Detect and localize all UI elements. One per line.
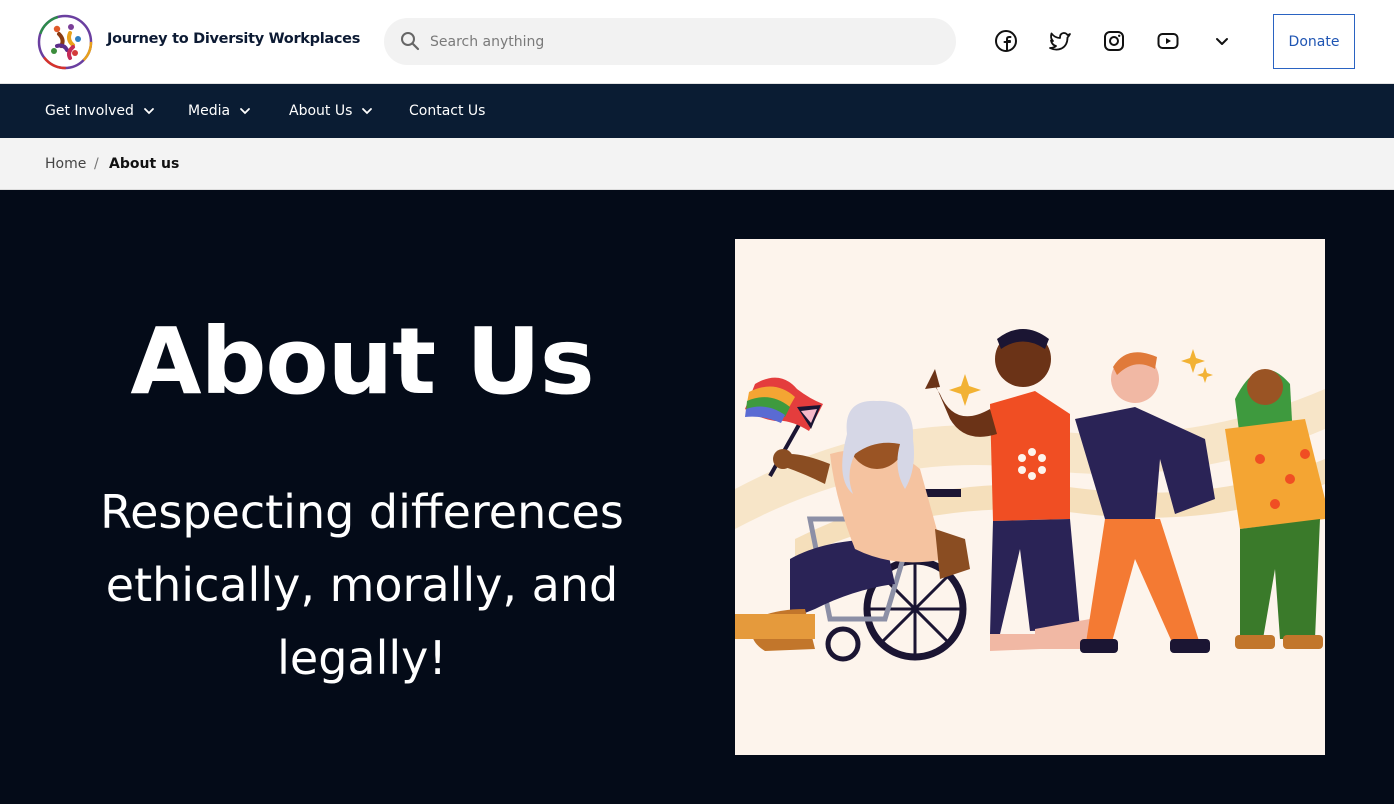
nav-get-involved[interactable]: Get Involved — [45, 84, 155, 138]
youtube-icon[interactable] — [1156, 29, 1180, 53]
page-title: About Us — [130, 308, 594, 415]
brand-name[interactable]: Journey to Diversity Workplaces — [107, 31, 360, 47]
twitter-icon[interactable] — [1048, 29, 1072, 53]
nav-contact-us[interactable]: Contact Us — [409, 84, 485, 138]
nav-label: Media — [188, 103, 231, 119]
nav-about-us[interactable]: About Us — [289, 84, 373, 138]
breadcrumb-current: About us — [109, 156, 180, 172]
main-nav: Get Involved Media About Us Contact Us — [0, 84, 1394, 138]
hero-subtitle-line: legally! — [277, 631, 447, 685]
chevron-down-icon[interactable] — [1210, 29, 1234, 53]
breadcrumb: Home / About us — [0, 138, 1394, 190]
facebook-icon[interactable] — [994, 29, 1018, 53]
diversity-illustration — [735, 239, 1325, 755]
search-input[interactable] — [430, 29, 930, 54]
donate-button[interactable]: Donate — [1273, 14, 1355, 69]
chevron-down-icon — [362, 108, 373, 115]
hero-subtitle-line: ethically, morally, and — [105, 558, 619, 612]
instagram-icon[interactable] — [1102, 29, 1126, 53]
hero-section: About Us Respecting differences ethicall… — [0, 191, 1394, 804]
nav-media[interactable]: Media — [188, 84, 251, 138]
nav-label: Contact Us — [409, 103, 486, 119]
hero-subtitle-line: Respecting differences — [100, 485, 624, 539]
breadcrumb-home[interactable]: Home — [45, 156, 86, 172]
search-bar[interactable] — [384, 18, 956, 65]
chevron-down-icon — [240, 108, 250, 115]
logo-icon[interactable] — [37, 14, 93, 70]
breadcrumb-separator: / — [94, 156, 99, 172]
chevron-down-icon — [144, 108, 154, 115]
nav-label: Get Involved — [45, 103, 134, 119]
search-icon — [401, 32, 420, 51]
nav-label: About Us — [289, 103, 353, 119]
site-header: Journey to Diversity Workplaces Donate — [0, 0, 1394, 84]
hero-subtitle: Respecting differences ethically, morall… — [52, 476, 672, 695]
